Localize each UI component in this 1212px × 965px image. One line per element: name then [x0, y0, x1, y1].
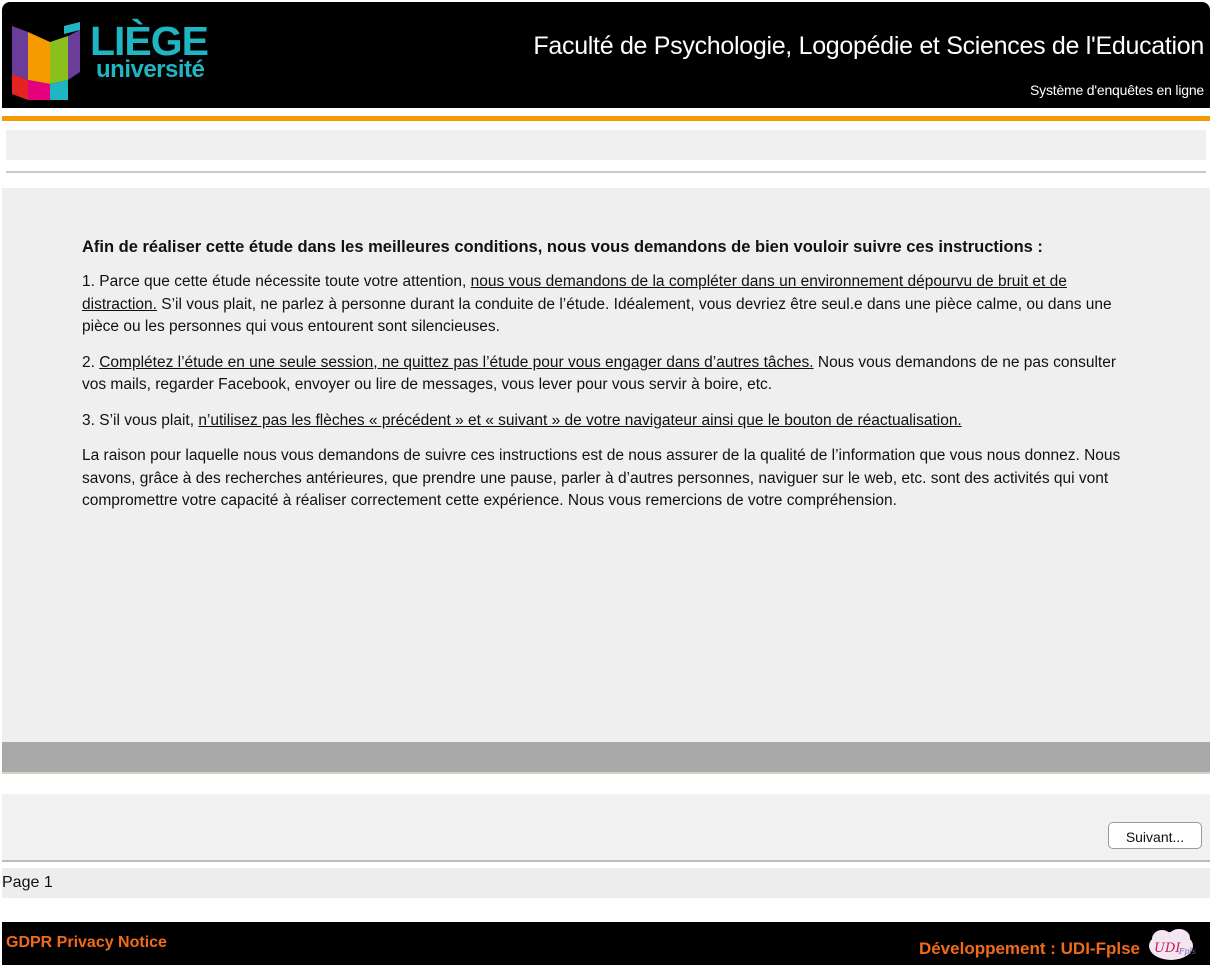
gdpr-privacy-link[interactable]: GDPR Privacy Notice	[6, 934, 167, 952]
udi-fplse-logo-icon[interactable]: UDI -Fplse	[1146, 926, 1196, 962]
instructions-panel: Afin de réaliser cette étude dans les me…	[2, 188, 1210, 742]
navigation-bar: Suivant...	[2, 794, 1210, 862]
instruction-item-1: 1. Parce que cette étude nécessite toute…	[82, 273, 1112, 335]
section-divider	[6, 171, 1206, 173]
instructions-closing: La raison pour laquelle nous vous demand…	[82, 447, 1121, 509]
header-accent-rule	[2, 116, 1210, 121]
site-footer: GDPR Privacy Notice Développement : UDI-…	[2, 922, 1210, 965]
logo-wordmark-universite: université	[96, 56, 205, 83]
logo-mark-icon	[12, 22, 80, 100]
liege-university-logo[interactable]: LIÈGE université	[10, 19, 220, 102]
progress-band	[6, 130, 1206, 160]
faculty-title: Faculté de Psychologie, Logopédie et Sci…	[533, 32, 1204, 60]
site-header: LIÈGE université Faculté de Psychologie,…	[2, 2, 1210, 108]
instructions-text: Afin de réaliser cette étude dans les me…	[82, 236, 1132, 526]
developer-credit: Développement : UDI-Fplse	[918, 939, 1140, 958]
page-indicator-bar: Page 1	[2, 868, 1210, 898]
instruction-item-3-emphasis: n’utilisez pas les flèches « précédent »…	[198, 411, 962, 429]
instruction-item-2: 2. Complétez l’étude en une seule sessio…	[82, 353, 1117, 394]
system-subtitle: Système d'enquêtes en ligne	[1030, 82, 1204, 98]
next-button[interactable]: Suivant...	[1108, 822, 1202, 849]
instruction-item-3: 3. S’il vous plait, n’utilisez pas les f…	[82, 411, 962, 429]
content-bottom-band	[2, 742, 1210, 774]
page-number: Page 1	[2, 874, 53, 891]
instructions-intro: Afin de réaliser cette étude dans les me…	[82, 238, 1043, 256]
svg-text:-Fplse: -Fplse	[1176, 947, 1196, 956]
instruction-item-2-emphasis: Complétez l’étude en une seule session, …	[99, 353, 814, 371]
